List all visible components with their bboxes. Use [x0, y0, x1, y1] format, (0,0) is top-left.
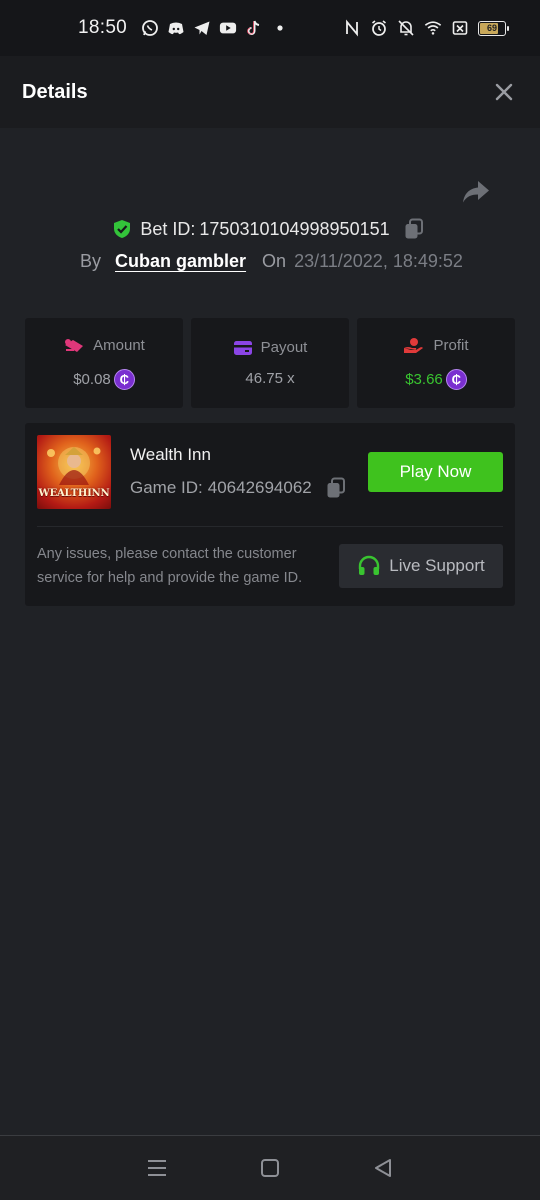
game-id-label: Game ID: [130, 478, 203, 497]
amount-card: Amount $0.08 ₵ [25, 318, 183, 408]
profit-value: $3.66 [405, 370, 443, 388]
alarm-icon [370, 19, 388, 37]
whatsapp-icon [141, 19, 159, 37]
share-icon [463, 181, 489, 203]
game-name: Wealth Inn [130, 445, 211, 464]
amount-icon [65, 338, 84, 352]
amount-label: Amount [93, 337, 145, 354]
battery-level: 69 [486, 23, 497, 33]
mute-icon [397, 19, 415, 37]
bet-datetime: 23/11/2022, 18:49:52 [294, 250, 463, 271]
amount-value-row: $0.08 ₵ [73, 368, 135, 390]
game-id-value: 40642694062 [207, 478, 312, 497]
telegram-icon [193, 19, 211, 37]
copy-icon [327, 477, 345, 498]
status-bar: 18:50 69 [0, 0, 540, 56]
profit-card: Profit $3.66 ₵ [357, 318, 515, 408]
home-button[interactable] [255, 1153, 285, 1183]
close-button[interactable] [492, 80, 516, 104]
back-triangle-icon [375, 1159, 392, 1177]
back-button[interactable] [368, 1153, 398, 1183]
payout-value: 46.75 x [245, 370, 295, 387]
details-header: Details [0, 56, 540, 128]
bet-stats: Amount $0.08 ₵ Payout 46.75 x Profit $3.… [25, 318, 515, 408]
share-button[interactable] [461, 178, 491, 206]
home-square-icon [260, 1159, 279, 1177]
nfc-icon [343, 19, 361, 37]
payout-value-row: 46.75 x [245, 370, 294, 387]
bet-id-value: 1750310104998950151 [199, 218, 390, 239]
coin-icon: ₵ [445, 368, 467, 390]
live-support-button[interactable]: Live Support [339, 544, 503, 588]
game-card: WEALTHINN Wealth Inn Game ID: 4064269406… [25, 423, 515, 606]
payout-label: Payout [260, 339, 308, 356]
coin-icon: ₵ [113, 368, 135, 390]
notification-icons [141, 19, 289, 37]
battery-icon: 69 [478, 20, 509, 36]
live-support-label: Live Support [389, 556, 485, 575]
support-hint-text: Any issues, please contact the customer … [37, 546, 303, 586]
bet-id-label: Bet ID: [140, 218, 196, 239]
amount-value: $0.08 [73, 370, 111, 388]
by-label: By [80, 250, 102, 271]
game-thumbnail[interactable]: WEALTHINN [37, 435, 111, 509]
payout-header: Payout [233, 339, 308, 356]
bet-id-row: Bet ID: 1750310104998950151 [0, 214, 540, 244]
username-link[interactable]: Cuban gambler [115, 251, 246, 272]
status-time: 18:50 [78, 17, 128, 38]
profit-icon [404, 337, 424, 353]
wallet-icon [233, 340, 252, 355]
game-id-row: Game ID: 40642694062 [130, 477, 346, 499]
card-divider [37, 526, 503, 527]
bet-meta-row: By Cuban gambler On 23/11/2022, 18:49:52 [80, 248, 463, 274]
on-label: On [262, 250, 287, 271]
sim-off-icon [451, 19, 469, 37]
copy-icon [405, 218, 423, 239]
close-icon [495, 83, 513, 101]
copy-bet-id-button[interactable] [404, 218, 424, 240]
recent-apps-button[interactable] [142, 1153, 172, 1183]
game-thumbnail-logo: WEALTHINN [38, 488, 110, 499]
system-icons: 69 [343, 19, 509, 37]
headset-icon [359, 555, 380, 575]
profit-label: Profit [433, 337, 469, 354]
amount-header: Amount [63, 337, 145, 355]
verified-shield-icon [114, 220, 131, 238]
page-title: Details [22, 80, 88, 103]
wifi-icon [424, 19, 442, 37]
copy-game-id-button[interactable] [326, 477, 346, 499]
system-nav-bar [0, 1135, 540, 1200]
play-now-button[interactable]: Play Now [368, 452, 503, 492]
discord-icon [167, 19, 185, 37]
youtube-icon [219, 19, 237, 37]
dot-icon [271, 19, 289, 37]
tiktok-icon [245, 19, 263, 37]
profit-header: Profit [403, 337, 469, 355]
menu-icon [147, 1160, 166, 1176]
payout-card: Payout 46.75 x [191, 318, 349, 408]
profit-value-row: $3.66 ₵ [405, 368, 467, 390]
